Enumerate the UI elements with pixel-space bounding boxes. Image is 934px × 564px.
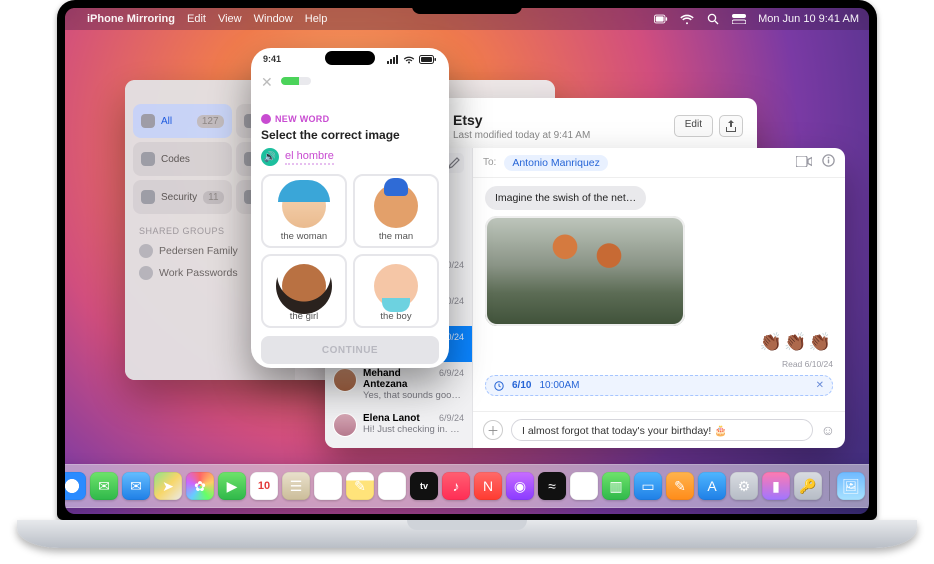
target-word: el hombre xyxy=(285,150,334,165)
passwords-tile-all[interactable]: All127 xyxy=(133,104,232,138)
tapback-reactions[interactable]: 👏🏾👏🏾👏🏾 xyxy=(760,332,833,353)
dock-freeform-icon[interactable]: ✏ xyxy=(378,472,406,500)
iphone-dynamic-island xyxy=(325,51,375,65)
apps-button[interactable]: ＋ xyxy=(483,420,503,440)
dock-facetime-icon[interactable]: ▶ xyxy=(218,472,246,500)
menubar-clock[interactable]: Mon Jun 10 9:41 AM xyxy=(758,13,859,25)
clock-icon xyxy=(494,381,504,391)
lesson-close-icon[interactable]: ✕ xyxy=(261,74,273,91)
message-input[interactable]: I almost forgot that today's your birthd… xyxy=(511,419,813,441)
avatar xyxy=(333,368,357,392)
dock-numbers-icon[interactable]: ▥ xyxy=(602,472,630,500)
to-label: To: xyxy=(483,157,496,168)
dock-podcasts-icon[interactable]: ◉ xyxy=(506,472,534,500)
iphone-battery-icon xyxy=(419,55,437,64)
menubar-window[interactable]: Window xyxy=(254,13,293,25)
incoming-message: Imagine the swish of the net… xyxy=(485,186,646,210)
dock-mail-icon[interactable]: ✉ xyxy=(122,472,150,500)
desktop: iPhone Mirroring Edit View Window Help M… xyxy=(65,8,869,514)
menubar-view[interactable]: View xyxy=(218,13,242,25)
dock-preview-icon[interactable]: 🖼 xyxy=(837,472,865,500)
passwords-tile-security[interactable]: Security11 xyxy=(133,180,232,214)
schedule-time: 10:00AM xyxy=(539,380,579,391)
macbook-base xyxy=(17,520,917,548)
dock-music-icon[interactable]: ♪ xyxy=(442,472,470,500)
conversation-item[interactable]: Elena Lanot6/9/24Hi! Just checking in. H… xyxy=(325,407,472,443)
dock-tv-icon[interactable]: tv xyxy=(410,472,438,500)
conversation-item[interactable]: Mehand Antezana6/9/24Yes, that sounds go… xyxy=(325,362,472,407)
recipient-chip[interactable]: Antonio Manriquez xyxy=(504,155,608,171)
iphone-mirroring-window[interactable]: 9:41 ✕ NEW WORD Select the correct image… xyxy=(251,48,449,368)
control-center-icon[interactable] xyxy=(732,12,746,26)
emoji-picker-icon[interactable]: ☺ xyxy=(821,422,835,438)
speaker-icon[interactable]: 🔊 xyxy=(261,148,279,166)
facetime-video-icon[interactable] xyxy=(796,154,812,172)
dock-safari-icon[interactable]: ✦ xyxy=(65,472,86,500)
schedule-cancel-icon[interactable]: ✕ xyxy=(816,380,824,391)
wifi-icon[interactable] xyxy=(680,12,694,26)
schedule-date: 6/10 xyxy=(512,380,531,391)
note-title: Etsy xyxy=(453,112,664,128)
avatar xyxy=(333,413,357,437)
continue-button[interactable]: CONTINUE xyxy=(261,336,439,364)
lesson-progress xyxy=(281,77,311,85)
dock-messages-icon[interactable]: ✉ xyxy=(90,472,118,500)
messages-header: To: Antonio Manriquez xyxy=(473,148,845,178)
shared-photo[interactable] xyxy=(485,216,685,326)
dock-maps-icon[interactable]: ➤ xyxy=(154,472,182,500)
share-icon[interactable] xyxy=(719,115,743,137)
menubar-edit[interactable]: Edit xyxy=(187,13,206,25)
compose-row: ＋ I almost forgot that today's your birt… xyxy=(473,411,845,448)
dock-settings-icon[interactable]: ⚙ xyxy=(730,472,758,500)
new-word-badge: NEW WORD xyxy=(261,114,439,124)
lesson-prompt: Select the correct image xyxy=(261,128,439,142)
dock[interactable]: ☺⊞✦✉✉➤✿▶10☰≣✎✏tv♪N◉≈⌂▥▭✎A⚙▮🔑🖼⬇🗑 xyxy=(65,464,869,508)
menubar-help[interactable]: Help xyxy=(305,13,328,25)
iphone-wifi-icon xyxy=(403,55,415,64)
dock-calendar-icon[interactable]: 10 xyxy=(250,472,278,500)
dock-photos-icon[interactable]: ✿ xyxy=(186,472,214,500)
note-subtitle: Last modified today at 9:41 AM xyxy=(453,130,664,141)
menubar-app-name[interactable]: iPhone Mirroring xyxy=(87,13,175,25)
info-icon[interactable] xyxy=(822,154,835,172)
passwords-tile-codes[interactable]: Codes xyxy=(133,142,232,176)
dock-home-icon[interactable]: ⌂ xyxy=(570,472,598,500)
option-the-man[interactable]: the man xyxy=(353,174,439,248)
dock-keynote-icon[interactable]: ▭ xyxy=(634,472,662,500)
dock-reminders-icon[interactable]: ≣ xyxy=(314,472,342,500)
read-receipt: Read 6/10/24 xyxy=(782,359,833,369)
scheduled-send-chip[interactable]: 6/10 10:00AM ✕ xyxy=(485,375,833,396)
dock-contacts-icon[interactable]: ☰ xyxy=(282,472,310,500)
dock-separator xyxy=(829,471,830,501)
option-the-boy[interactable]: the boy xyxy=(353,254,439,328)
message-thread[interactable]: Imagine the swish of the net… 👏🏾👏🏾👏🏾 Rea… xyxy=(473,178,845,411)
cellular-icon xyxy=(387,55,399,64)
option-the-girl[interactable]: the girl xyxy=(261,254,347,328)
macbook-frame: iPhone Mirroring Edit View Window Help M… xyxy=(0,0,934,564)
note-edit-button[interactable]: Edit xyxy=(674,115,713,137)
dock-stocks-icon[interactable]: ≈ xyxy=(538,472,566,500)
dock-mirroring-icon[interactable]: ▮ xyxy=(762,472,790,500)
dock-appstore-icon[interactable]: A xyxy=(698,472,726,500)
option-the-woman[interactable]: the woman xyxy=(261,174,347,248)
dock-pages-icon[interactable]: ✎ xyxy=(666,472,694,500)
dock-passwords-icon[interactable]: 🔑 xyxy=(794,472,822,500)
iphone-time: 9:41 xyxy=(263,54,281,64)
battery-icon[interactable] xyxy=(654,12,668,26)
dock-notes-icon[interactable]: ✎ xyxy=(346,472,374,500)
dock-news-icon[interactable]: N xyxy=(474,472,502,500)
spotlight-icon[interactable] xyxy=(706,12,720,26)
display-notch xyxy=(412,0,522,14)
